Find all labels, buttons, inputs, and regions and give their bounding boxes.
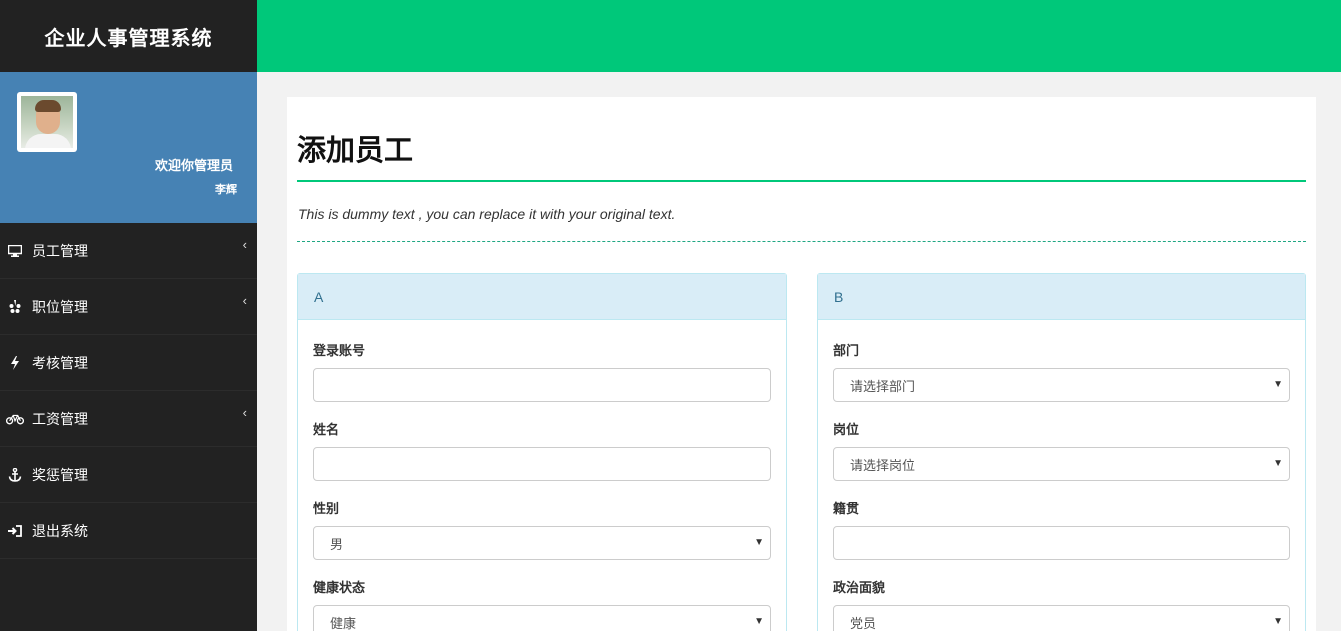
app-title: 企业人事管理系统 (0, 0, 257, 72)
user-panel: 欢迎你管理员 李辉 (0, 72, 257, 223)
yelp-icon (6, 299, 24, 314)
user-name: 李辉 (215, 184, 237, 196)
sidebar-item-label: 奖惩管理 (32, 466, 88, 483)
sidebar-item-salary[interactable]: 工资管理 ‹ (0, 391, 257, 447)
political-status-select-value: 党员 (850, 615, 877, 631)
chevron-left-icon: ‹ (242, 237, 247, 252)
panel-b: B 部门 请选择部门 ▼ 岗位 请选择岗位 ▼ 籍贯 政治面貌 党员 ▼ (817, 273, 1306, 631)
caret-down-icon: ▼ (754, 537, 764, 548)
anchor-icon (6, 467, 24, 482)
caret-down-icon: ▼ (1273, 379, 1283, 390)
post-label: 岗位 (833, 422, 860, 437)
chevron-left-icon: ‹ (242, 293, 247, 308)
form-group-native-place: 籍贯 (833, 498, 1290, 560)
form-group-political-status: 政治面貌 党员 ▼ (833, 577, 1290, 631)
sidebar-item-label: 员工管理 (32, 242, 88, 259)
caret-down-icon: ▼ (754, 616, 764, 627)
sidebar-item-employee[interactable]: 员工管理 ‹ (0, 223, 257, 279)
sidebar-item-reward[interactable]: 奖惩管理 (0, 447, 257, 503)
form-group-gender: 性别 男 ▼ (313, 498, 771, 560)
health-select[interactable]: 健康 ▼ (313, 605, 771, 631)
gender-select[interactable]: 男 ▼ (313, 526, 771, 560)
department-select[interactable]: 请选择部门 ▼ (833, 368, 1290, 402)
form-group-health: 健康状态 健康 ▼ (313, 577, 771, 631)
sidebar-item-logout[interactable]: 退出系统 (0, 503, 257, 559)
gender-select-value: 男 (330, 536, 344, 552)
panel-b-heading: B (818, 274, 1305, 320)
caret-down-icon: ▼ (1273, 616, 1283, 627)
page-subtitle: This is dummy text , you can replace it … (298, 206, 676, 222)
avatar (17, 92, 77, 152)
bicycle-icon (6, 413, 24, 425)
form-group-department: 部门 请选择部门 ▼ (833, 340, 1290, 402)
department-select-value: 请选择部门 (850, 378, 916, 394)
top-bar (257, 0, 1341, 72)
login-account-input[interactable] (313, 368, 771, 402)
health-label: 健康状态 (313, 580, 366, 595)
sidebar-item-position[interactable]: 职位管理 ‹ (0, 279, 257, 335)
dashed-divider (297, 241, 1306, 242)
panel-a-heading: A (298, 274, 786, 320)
health-select-value: 健康 (330, 615, 357, 631)
name-input[interactable] (313, 447, 771, 481)
page-title: 添加员工 (297, 135, 414, 167)
sidebar-item-assessment[interactable]: 考核管理 (0, 335, 257, 391)
form-group-post: 岗位 请选择岗位 ▼ (833, 419, 1290, 481)
sidebar-item-label: 退出系统 (32, 522, 88, 539)
sidebar-menu: 员工管理 ‹ 职位管理 ‹ 考核管理 工资管理 ‹ 奖惩管理 退出系统 (0, 223, 257, 559)
sidebar-item-label: 工资管理 (32, 410, 88, 427)
chevron-left-icon: ‹ (242, 405, 247, 420)
monitor-icon (6, 244, 24, 257)
form-group-name: 姓名 (313, 419, 771, 481)
post-select-value: 请选择岗位 (850, 457, 916, 473)
login-account-label: 登录账号 (313, 343, 366, 358)
caret-down-icon: ▼ (1273, 458, 1283, 469)
bolt-icon (6, 355, 24, 370)
sidebar: 企业人事管理系统 欢迎你管理员 李辉 员工管理 ‹ 职位管理 ‹ 考核管理 工资… (0, 0, 257, 631)
political-status-select[interactable]: 党员 ▼ (833, 605, 1290, 631)
native-place-input[interactable] (833, 526, 1290, 560)
sidebar-item-label: 职位管理 (32, 298, 88, 315)
native-place-label: 籍贯 (833, 501, 860, 516)
panel-a: A 登录账号 姓名 性别 男 ▼ 健康状态 健康 ▼ (297, 273, 787, 631)
political-status-label: 政治面貌 (833, 580, 886, 595)
sign-in-icon (6, 524, 24, 537)
form-group-login-account: 登录账号 (313, 340, 771, 402)
gender-label: 性别 (313, 501, 340, 516)
department-label: 部门 (833, 343, 860, 358)
welcome-text: 欢迎你管理员 (154, 158, 233, 173)
content-card: 添加员工 This is dummy text , you can replac… (287, 97, 1316, 631)
sidebar-item-label: 考核管理 (32, 354, 88, 371)
post-select[interactable]: 请选择岗位 ▼ (833, 447, 1290, 481)
name-label: 姓名 (313, 422, 340, 437)
title-divider (297, 180, 1306, 182)
